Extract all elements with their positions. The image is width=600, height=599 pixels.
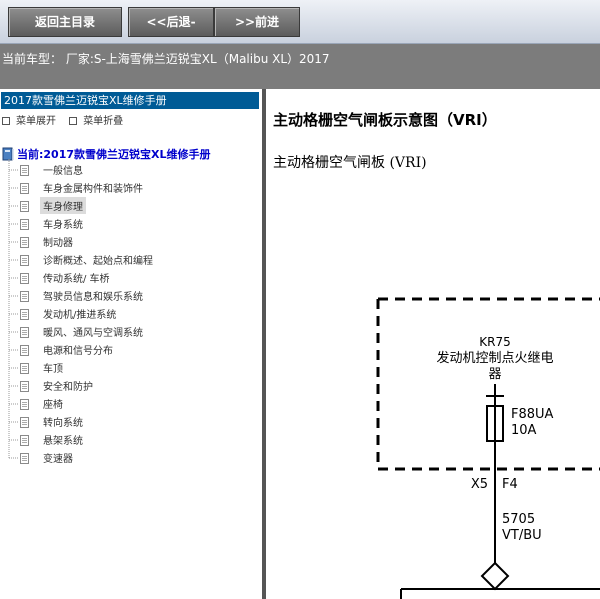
back-button[interactable]: <<后退- bbox=[128, 7, 214, 37]
document-icon bbox=[20, 435, 29, 446]
document-icon bbox=[20, 309, 29, 320]
tree-root-label: 当前:2017款雪佛兰迈锐宝XL维修手册 bbox=[17, 148, 211, 161]
tree-item[interactable]: 传动系统/ 车桥 bbox=[0, 269, 156, 287]
tree-item[interactable]: 悬架系统 bbox=[0, 431, 156, 449]
toolbar: 返回主目录 <<后退- >>前进 bbox=[0, 0, 600, 44]
document-icon bbox=[20, 273, 29, 284]
tree-item[interactable]: 变速器 bbox=[0, 449, 156, 467]
expand-all-label: 菜单展开 bbox=[16, 116, 56, 127]
tree-item[interactable]: 车身系统 bbox=[0, 215, 156, 233]
tree-item-label: 安全和防护 bbox=[43, 382, 93, 393]
circuit-number-label: 5705 bbox=[502, 512, 535, 527]
splice-diamond bbox=[480, 561, 510, 591]
wire-color-label: VT/BU bbox=[502, 528, 542, 543]
expand-icon bbox=[2, 117, 10, 125]
relay-code-label: KR75 bbox=[479, 335, 510, 349]
document-icon bbox=[20, 327, 29, 338]
tree-item[interactable]: 车身修理 bbox=[0, 197, 156, 215]
document-icon bbox=[20, 453, 29, 464]
document-icon bbox=[20, 363, 29, 374]
tree-item[interactable]: 发动机/推进系统 bbox=[0, 305, 156, 323]
tree-item[interactable]: 暖风、通风与空调系统 bbox=[0, 323, 156, 341]
tree-item[interactable]: 车顶 bbox=[0, 359, 156, 377]
collapse-all-label: 菜单折叠 bbox=[83, 116, 124, 127]
collapse-all-button[interactable]: 菜单折叠 bbox=[69, 112, 123, 127]
current-vehicle-bar: 当前车型： 厂家:S-上海雪佛兰迈锐宝XL（Malibu XL）2017 bbox=[0, 44, 600, 89]
tree-item-label: 车身修理 bbox=[40, 197, 86, 214]
relay-name-line1: 发动机控制点火继电 bbox=[436, 350, 553, 366]
document-icon bbox=[20, 237, 29, 248]
document-icon bbox=[20, 381, 29, 392]
tree-item-label: 发动机/推进系统 bbox=[43, 310, 117, 321]
document-icon bbox=[20, 165, 29, 176]
tree-item[interactable]: 车身金属构件和装饰件 bbox=[0, 179, 156, 197]
current-vehicle-text: 当前车型： 厂家:S-上海雪佛兰迈锐宝XL（Malibu XL）2017 bbox=[2, 52, 330, 66]
tree-item[interactable]: 一般信息 bbox=[0, 161, 156, 179]
relay-dashed-box bbox=[376, 297, 600, 471]
document-icon bbox=[20, 219, 29, 230]
tree-item-label: 车顶 bbox=[43, 364, 63, 375]
relay-name-line2: 器 bbox=[488, 367, 501, 382]
tree-root[interactable]: 当前:2017款雪佛兰迈锐宝XL维修手册 bbox=[2, 146, 211, 162]
tree-item[interactable]: 座椅 bbox=[0, 395, 156, 413]
document-icon bbox=[20, 399, 29, 410]
collapse-icon bbox=[69, 117, 78, 125]
tree-item[interactable]: 制动器 bbox=[0, 233, 156, 251]
sidebar-header: 2017款雪佛兰迈锐宝XL维修手册 bbox=[1, 92, 259, 109]
connector-id-label: X5 bbox=[471, 477, 488, 492]
home-button[interactable]: 返回主目录 bbox=[8, 7, 122, 37]
tree-item-label: 一般信息 bbox=[43, 166, 83, 177]
document-icon bbox=[20, 255, 29, 266]
forward-button[interactable]: >>前进 bbox=[214, 7, 300, 37]
tree-item-label: 暖风、通风与空调系统 bbox=[43, 328, 143, 339]
wiring-diagram: KR75 发动机控制点火继电 器 F88UA 10A X5 F4 5705 VT… bbox=[376, 297, 600, 599]
document-icon bbox=[20, 345, 29, 356]
tree-item[interactable]: 安全和防护 bbox=[0, 377, 156, 395]
tree-controls: 菜单展开 菜单折叠 bbox=[2, 112, 133, 127]
expand-all-button[interactable]: 菜单展开 bbox=[2, 112, 56, 127]
tree-item-label: 车身金属构件和装饰件 bbox=[43, 184, 143, 195]
tree-item[interactable]: 诊断概述、起始点和编程 bbox=[0, 251, 156, 269]
tree-item[interactable]: 转向系统 bbox=[0, 413, 156, 431]
tree-item[interactable]: 驾驶员信息和娱乐系统 bbox=[0, 287, 156, 305]
tree-item-label: 座椅 bbox=[43, 400, 63, 411]
tree-item-label: 车身系统 bbox=[43, 220, 83, 231]
tree-item[interactable]: 电源和信号分布 bbox=[0, 341, 156, 359]
document-icon bbox=[20, 417, 29, 428]
tree-item-label: 悬架系统 bbox=[43, 436, 83, 447]
tree-item-label: 驾驶员信息和娱乐系统 bbox=[43, 292, 143, 303]
fuse-name-label: F88UA bbox=[511, 407, 554, 422]
sidebar: 2017款雪佛兰迈锐宝XL维修手册 菜单展开 菜单折叠 当前:2017款雪佛兰迈… bbox=[0, 89, 264, 599]
tree-list: 一般信息车身金属构件和装饰件车身修理车身系统制动器诊断概述、起始点和编程 传动系统… bbox=[0, 161, 156, 467]
tree-item-label: 电源和信号分布 bbox=[43, 346, 113, 357]
diagram-subtitle: 主动格栅空气闸板 (VRI) bbox=[273, 155, 427, 171]
document-icon bbox=[20, 291, 29, 302]
document-icon bbox=[20, 183, 29, 194]
document-icon bbox=[20, 201, 29, 212]
tree-item-label: 诊断概述、起始点和编程 bbox=[43, 256, 153, 267]
tree-item-label: 转向系统 bbox=[43, 418, 83, 429]
fuse-rating-label: 10A bbox=[511, 423, 537, 438]
tree-item-label: 制动器 bbox=[43, 238, 73, 249]
page-title: 主动格栅空气闸板示意图（VRI） bbox=[273, 111, 497, 129]
tree-item-label: 传动系统/ 车桥 bbox=[43, 274, 110, 285]
connector-pin-label: F4 bbox=[502, 477, 518, 492]
tree-item-label: 变速器 bbox=[43, 454, 73, 465]
document-pane: 主动格栅空气闸板示意图（VRI） 主动格栅空气闸板 (VRI) KR75 发动机… bbox=[266, 89, 600, 599]
